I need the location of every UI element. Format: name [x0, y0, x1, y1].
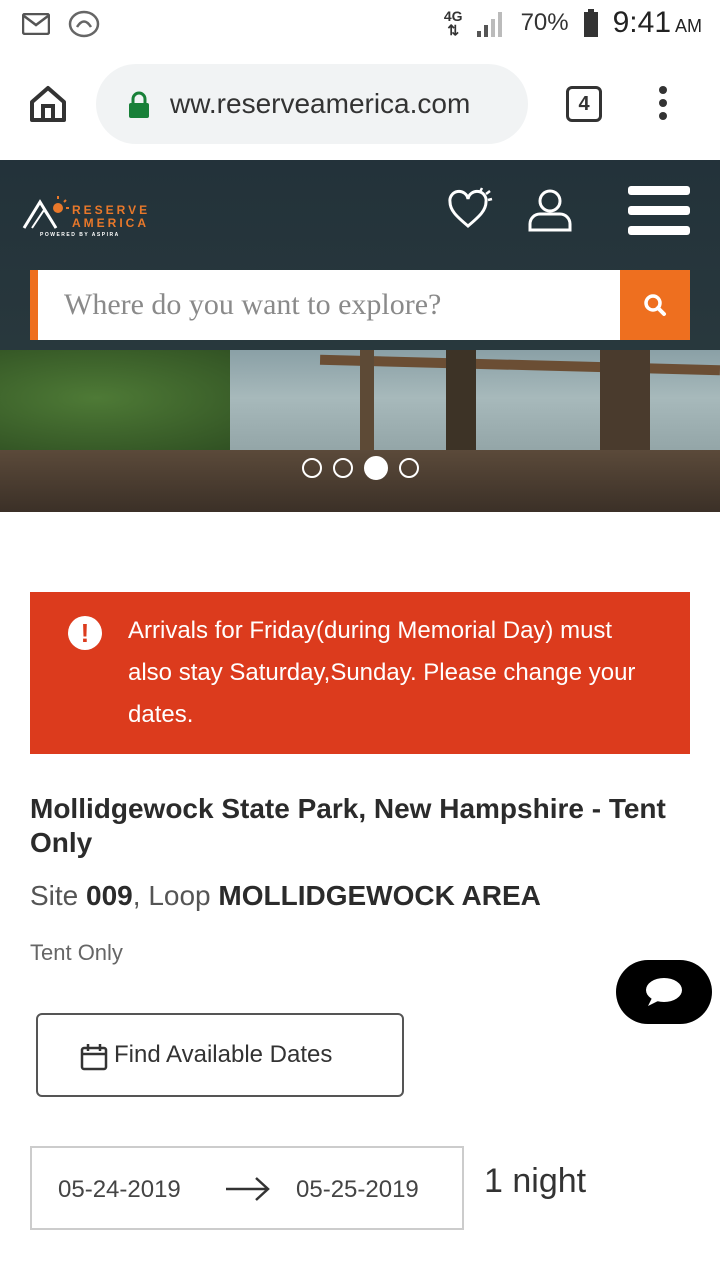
account-button[interactable]	[526, 188, 574, 234]
address-bar[interactable]: ww.reserveamerica.com	[96, 64, 528, 144]
menu-dot	[659, 112, 667, 120]
reserve-america-logo[interactable]: RESERVE AMERICA POWERED BY ASPIRA	[22, 196, 172, 246]
search-bar	[30, 270, 690, 340]
hamburger-bar	[628, 186, 690, 195]
nights-count: 1 night	[484, 1162, 587, 1200]
site-number: 009	[86, 880, 133, 911]
hero-banner: RESERVE AMERICA POWERED BY ASPIRA	[0, 160, 720, 512]
chat-button[interactable]	[616, 960, 712, 1024]
time-ampm: AM	[675, 16, 702, 36]
departure-date[interactable]: 05-25-2019	[296, 1176, 419, 1204]
chat-bubble-icon	[646, 978, 682, 1006]
battery-icon	[583, 9, 598, 37]
date-restriction-alert: ! Arrivals for Friday(during Memorial Da…	[30, 592, 690, 754]
park-title: Mollidgewock State Park, New Hampshire -…	[30, 793, 666, 858]
find-dates-label: Find Available Dates	[114, 1041, 333, 1068]
logo-wordmark: RESERVE AMERICA	[72, 204, 150, 230]
heart-icon	[448, 187, 493, 228]
alert-message: Arrivals for Friday(during Memorial Day)…	[128, 617, 636, 728]
arrival-date[interactable]: 05-24-2019	[58, 1176, 181, 1204]
logo-mountain-icon	[22, 196, 69, 229]
data-arrows-icon: ⇅	[447, 22, 460, 38]
status-bar: 4G ⇅ 70% 9:41 AM	[0, 0, 720, 52]
url-text[interactable]: ww.reserveamerica.com	[170, 88, 514, 120]
find-available-dates-button[interactable]: Find Available Dates	[36, 1013, 404, 1097]
gmail-icon	[22, 13, 50, 35]
site-label: Site	[30, 880, 79, 911]
carousel-dot[interactable]	[302, 458, 322, 478]
loop-name: MOLLIDGEWOCK AREA	[218, 880, 541, 911]
menu-dot	[659, 99, 667, 107]
user-icon	[528, 189, 572, 232]
calendar-icon	[80, 1044, 108, 1071]
hero-fence-post	[360, 350, 374, 460]
home-button[interactable]	[26, 82, 70, 126]
carousel-dot[interactable]	[333, 458, 353, 478]
browser-toolbar: ww.reserveamerica.com 4	[0, 52, 720, 160]
arrow-right-icon	[226, 1177, 270, 1201]
signal-icon	[476, 12, 502, 37]
main-menu-button[interactable]	[628, 186, 692, 240]
carousel-dot[interactable]	[399, 458, 419, 478]
notification-icons	[22, 10, 100, 38]
allstate-icon	[68, 10, 100, 38]
hamburger-bar	[628, 206, 690, 215]
logo-line-2: AMERICA	[72, 216, 149, 230]
home-icon	[30, 86, 66, 122]
search-icon	[644, 294, 666, 316]
tab-switcher-button[interactable]: 4	[566, 86, 602, 122]
browser-menu-button[interactable]	[656, 86, 670, 126]
system-status: 4G ⇅ 70% 9:41 AM	[444, 6, 702, 40]
hamburger-bar	[628, 226, 690, 235]
loop-label: Loop	[148, 880, 211, 911]
favorites-button[interactable]	[446, 186, 494, 232]
date-range-selector[interactable]: 05-24-2019 05-25-2019	[30, 1146, 464, 1230]
search-button[interactable]	[620, 270, 690, 340]
exclamation-icon: !	[68, 616, 102, 650]
lock-icon	[129, 91, 149, 118]
search-input[interactable]	[64, 270, 624, 340]
separator: ,	[132, 880, 149, 911]
site-type: Tent Only	[30, 940, 123, 965]
site-loop-line: Site 009, Loop MOLLIDGEWOCK AREA	[30, 880, 541, 912]
logo-tagline: POWERED BY ASPIRA	[40, 232, 120, 238]
time: 9:41	[612, 6, 671, 39]
carousel-indicators	[302, 456, 419, 480]
network-indicator: 4G ⇅	[444, 9, 463, 37]
network-type: 4G	[443, 8, 463, 24]
hero-image	[0, 350, 720, 512]
menu-dot	[659, 86, 667, 94]
carousel-dot-active[interactable]	[364, 456, 388, 480]
battery-percent: 70%	[520, 9, 569, 36]
clock: 9:41 AM	[613, 6, 702, 40]
